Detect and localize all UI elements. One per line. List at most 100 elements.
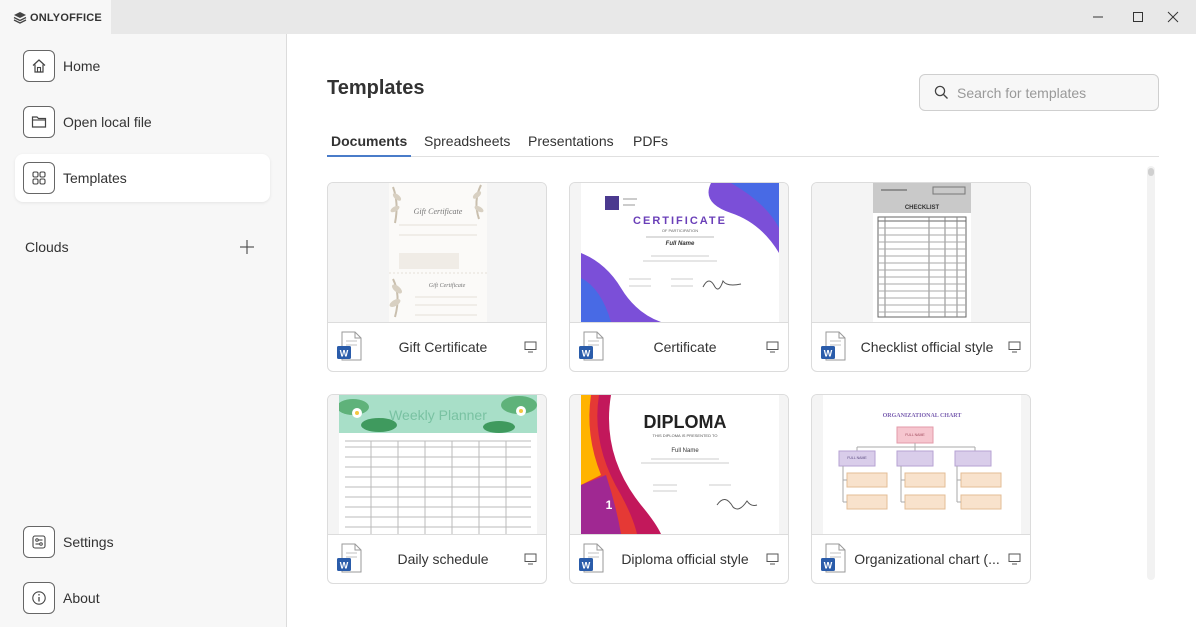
preview-subheading: OF PARTICIPATION <box>662 228 698 233</box>
template-card-daily-schedule[interactable]: Weekly Planner W Daily schedule <box>327 394 547 584</box>
template-name: Gift Certificate <box>398 339 488 355</box>
tab-documents[interactable]: Documents <box>327 133 412 157</box>
word-document-icon: W <box>337 543 362 573</box>
diploma-preview: 1 DIPLOMA THIS DIPLOMA IS PRESENTED TO F… <box>581 395 779 534</box>
gift-certificate-preview: Gift Certificate Gift Certificate <box>389 183 487 322</box>
monitor-icon <box>766 553 779 565</box>
preview-heading: DIPLOMA <box>644 412 727 432</box>
sidebar-item-label: Templates <box>63 170 127 186</box>
certificate-preview: CERTIFICATE OF PARTICIPATION Full Name <box>581 183 779 322</box>
tab-pdfs[interactable]: PDFs <box>629 133 672 157</box>
template-name: Diploma official style <box>621 551 749 567</box>
tab-presentations[interactable]: Presentations <box>524 133 618 157</box>
close-button[interactable] <box>1150 0 1196 34</box>
word-document-icon: W <box>579 543 604 573</box>
close-icon <box>1167 11 1179 23</box>
checklist-preview: CHECKLIST <box>873 183 971 322</box>
word-document-icon: W <box>821 331 846 361</box>
page-title: Templates <box>327 77 425 99</box>
folder-icon <box>23 106 55 138</box>
home-icon <box>23 50 55 82</box>
template-card-diploma[interactable]: 1 DIPLOMA THIS DIPLOMA IS PRESENTED TO F… <box>569 394 789 584</box>
onlyoffice-logo-icon <box>13 11 27 24</box>
org-chart-preview: ORGANIZATIONAL CHART FULL NAME FULL NAME <box>823 395 1021 534</box>
template-thumbnail: CERTIFICATE OF PARTICIPATION Full Name <box>570 183 788 323</box>
search-box[interactable] <box>919 74 1159 111</box>
search-icon <box>934 85 948 99</box>
svg-text:W: W <box>340 561 349 571</box>
template-footer: W Organizational chart (... <box>812 535 1030 583</box>
sidebar-item-settings[interactable]: Settings <box>15 518 270 566</box>
template-preview: CHECKLIST <box>873 183 971 322</box>
tab-spreadsheets[interactable]: Spreadsheets <box>420 133 514 157</box>
template-thumbnail: 1 DIPLOMA THIS DIPLOMA IS PRESENTED TO F… <box>570 395 788 535</box>
svg-text:W: W <box>824 561 833 571</box>
word-document-icon: W <box>821 543 846 573</box>
tab-bar: Documents Spreadsheets Presentations PDF… <box>327 130 1159 157</box>
preview-heading: CERTIFICATE <box>633 215 727 227</box>
template-preview: Weekly Planner <box>339 395 537 534</box>
template-thumbnail: Gift Certificate Gift Certificate <box>328 183 546 323</box>
svg-text:W: W <box>340 349 349 359</box>
sidebar-item-about[interactable]: About <box>15 574 270 622</box>
word-document-icon: W <box>579 331 604 361</box>
svg-text:W: W <box>582 561 591 571</box>
monitor-icon <box>524 553 537 565</box>
main-panel: Templates Documents Spreadsheets Present… <box>288 34 1196 627</box>
template-name: Certificate <box>653 339 717 355</box>
template-thumbnail: CHECKLIST <box>812 183 1030 323</box>
monitor-icon <box>1008 341 1021 353</box>
svg-text:1: 1 <box>606 498 613 512</box>
add-cloud-icon[interactable] <box>238 238 256 256</box>
scrollbar-thumb[interactable] <box>1148 168 1154 176</box>
preview-heading-repeat: Gift Certificate <box>429 282 466 289</box>
template-card-certificate[interactable]: CERTIFICATE OF PARTICIPATION Full Name W… <box>569 182 789 372</box>
preview-fullname: Full Name <box>671 448 699 454</box>
template-footer: W Daily schedule <box>328 535 546 583</box>
preview-box-top: FULL NAME <box>905 433 925 437</box>
template-footer: W Certificate <box>570 323 788 371</box>
title-bar: ONLYOFFICE <box>0 0 1196 35</box>
template-card-checklist[interactable]: CHECKLIST W Checklist official style <box>811 182 1031 372</box>
template-thumbnail: ORGANIZATIONAL CHART FULL NAME FULL NAME <box>812 395 1030 535</box>
template-footer: W Gift Certificate <box>328 323 546 371</box>
info-icon <box>23 582 55 614</box>
monitor-icon <box>524 341 537 353</box>
template-thumbnail: Weekly Planner <box>328 395 546 535</box>
app-brand: ONLYOFFICE <box>30 11 102 24</box>
template-footer: W Diploma official style <box>570 535 788 583</box>
word-document-icon: W <box>337 331 362 361</box>
app-tab[interactable]: ONLYOFFICE <box>0 0 111 35</box>
template-card-gift-certificate[interactable]: Gift Certificate Gift Certificate W Gift… <box>327 182 547 372</box>
minimize-icon <box>1093 16 1103 18</box>
template-footer: W Checklist official style <box>812 323 1030 371</box>
sidebar: Home Open local file Templates Clouds Se… <box>0 34 287 627</box>
template-preview: Gift Certificate Gift Certificate <box>389 183 487 322</box>
search-input[interactable] <box>957 84 1147 101</box>
sidebar-item-templates[interactable]: Templates <box>15 154 270 202</box>
svg-text:W: W <box>824 349 833 359</box>
sidebar-item-home[interactable]: Home <box>15 42 270 90</box>
preview-fullname: Full Name <box>666 241 695 247</box>
template-preview: 1 DIPLOMA THIS DIPLOMA IS PRESENTED TO F… <box>581 395 779 534</box>
template-name: Organizational chart (... <box>854 551 1000 567</box>
template-preview: ORGANIZATIONAL CHART FULL NAME FULL NAME <box>823 395 1021 534</box>
svg-text:W: W <box>582 349 591 359</box>
preview-heading: Gift Certificate <box>414 207 463 216</box>
sidebar-item-label: Settings <box>63 534 114 550</box>
template-card-organizational-chart[interactable]: ORGANIZATIONAL CHART FULL NAME FULL NAME <box>811 394 1031 584</box>
monitor-icon <box>1008 553 1021 565</box>
preview-box-mid: FULL NAME <box>847 456 867 460</box>
monitor-icon <box>766 341 779 353</box>
grid-icon <box>23 162 55 194</box>
preview-heading: Weekly Planner <box>389 407 487 423</box>
sidebar-item-open-local-file[interactable]: Open local file <box>15 98 270 146</box>
maximize-icon <box>1133 12 1143 22</box>
sidebar-item-label: Open local file <box>63 114 152 130</box>
sidebar-item-label: About <box>63 590 100 606</box>
preview-heading: ORGANIZATIONAL CHART <box>883 413 962 419</box>
template-name: Checklist official style <box>860 339 994 355</box>
template-name: Daily schedule <box>397 551 489 567</box>
scrollbar[interactable] <box>1147 166 1155 580</box>
template-preview: CERTIFICATE OF PARTICIPATION Full Name <box>581 183 779 322</box>
